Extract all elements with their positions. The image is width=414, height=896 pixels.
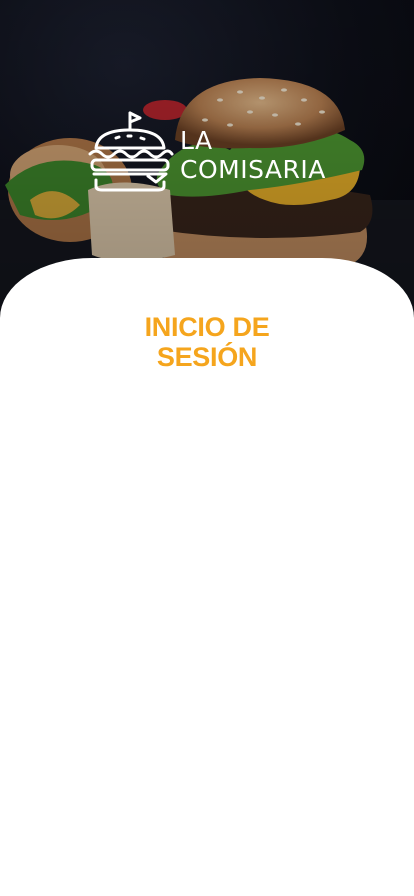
brand-name: LA COMISARIA [180,126,326,184]
page-title: INICIO DE SESIÓN [0,312,414,372]
brand-name-line1: LA [180,126,213,155]
brand-name-line2: COMISARIA [180,155,326,184]
page-title-line1: INICIO DE [144,312,270,342]
burger-with-flag-icon [88,111,174,192]
page-title-line2: SESIÓN [156,342,258,372]
brand-logo: LA COMISARIA [84,110,344,194]
